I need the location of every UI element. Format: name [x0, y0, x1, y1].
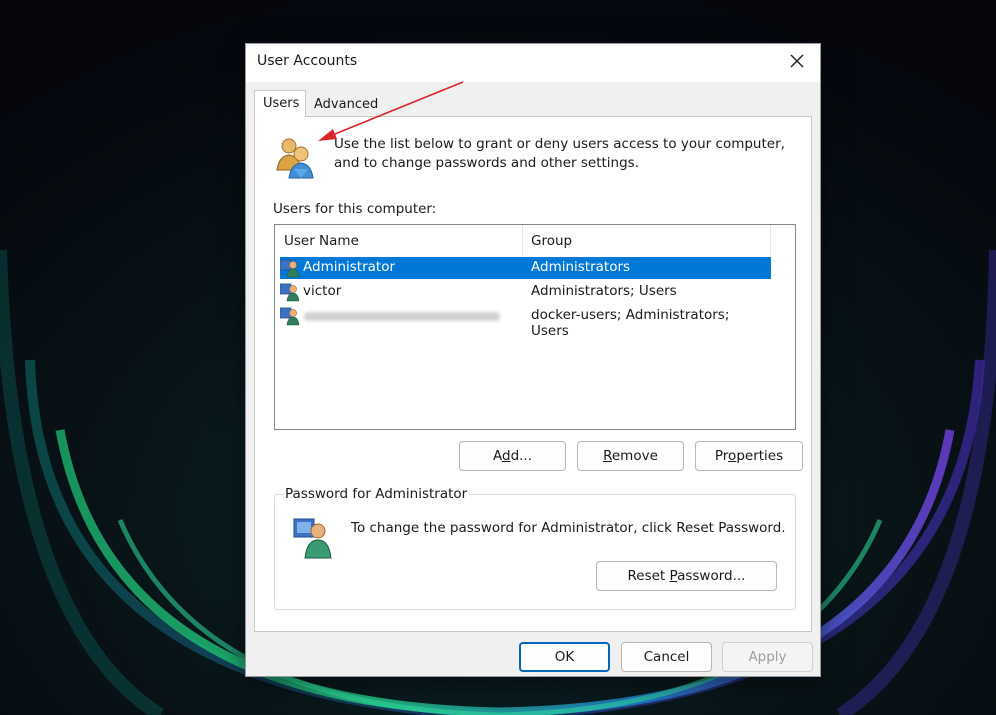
- user-icon: [280, 283, 300, 302]
- users-list-label: Users for this computer:: [273, 201, 437, 217]
- tab-users[interactable]: Users: [254, 90, 306, 117]
- apply-button[interactable]: Apply: [722, 642, 813, 672]
- user-password-icon: [293, 518, 332, 559]
- list-item-victor[interactable]: victor Administrators; Users: [280, 281, 771, 303]
- ok-button[interactable]: OK: [519, 642, 610, 672]
- users-group-icon: [276, 138, 314, 179]
- reset-password-button[interactable]: Reset Password...: [596, 561, 777, 591]
- title-bar: User Accounts: [246, 44, 820, 82]
- password-groupbox: [274, 494, 796, 610]
- properties-button[interactable]: Properties: [695, 441, 803, 471]
- list-item-redacted-user[interactable]: docker-users; Administrators; Users: [280, 305, 771, 339]
- dialog-title: User Accounts: [257, 53, 358, 69]
- list-header: User Name Group: [275, 225, 795, 255]
- password-groupbox-legend: Password for Administrator: [285, 486, 470, 502]
- password-instructions: To change the password for Administrator…: [351, 520, 786, 536]
- column-header-group[interactable]: Group: [523, 225, 771, 255]
- user-group: Administrators: [531, 259, 631, 275]
- column-header-user-name[interactable]: User Name: [275, 225, 523, 255]
- user-icon: [280, 259, 300, 278]
- close-button[interactable]: [774, 44, 820, 80]
- redacted-user-name: [304, 312, 500, 321]
- add-user-button[interactable]: Add...: [459, 441, 566, 471]
- users-list[interactable]: User Name Group Administrator Administra…: [274, 224, 796, 430]
- list-item-administrator[interactable]: Administrator Administrators: [280, 257, 771, 279]
- user-group: Administrators; Users: [531, 283, 677, 299]
- tab-advanced[interactable]: Advanced: [307, 96, 379, 117]
- user-accounts-dialog: User Accounts Users Advanced Use the lis…: [245, 43, 821, 677]
- users-tab-panel: Use the list below to grant or deny user…: [254, 116, 812, 632]
- remove-user-button[interactable]: Remove: [577, 441, 684, 471]
- close-icon: [790, 54, 804, 68]
- cancel-button[interactable]: Cancel: [621, 642, 712, 672]
- user-name: victor: [303, 283, 342, 299]
- user-icon: [280, 307, 300, 326]
- user-group: docker-users; Administrators; Users: [531, 307, 730, 339]
- intro-description: Use the list below to grant or deny user…: [334, 136, 785, 171]
- user-name: Administrator: [303, 259, 396, 275]
